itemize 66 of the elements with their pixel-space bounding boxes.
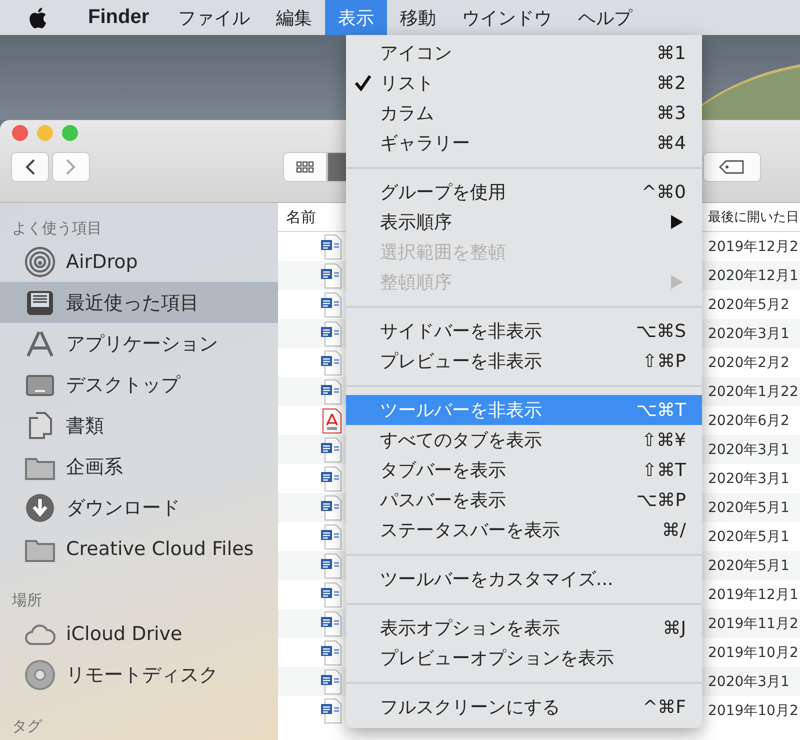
table-cell: 2020年5月1	[708, 528, 790, 546]
menu-item[interactable]: 表示順序	[346, 207, 702, 237]
disc-icon	[24, 658, 56, 690]
menu-item[interactable]: サイドバーを非表示 ⌥⌘S	[346, 316, 702, 346]
close-button[interactable]	[12, 125, 28, 141]
table-cell: 2020年12月1	[708, 266, 798, 284]
menu-item[interactable]: リスト ⌘2	[346, 68, 702, 98]
app-menu[interactable]: Finder	[72, 6, 166, 29]
menu-bar-item[interactable]: 移動	[387, 0, 450, 35]
sidebar-item[interactable]: AirDrop	[0, 241, 278, 282]
table-cell: 2020年3月1	[708, 440, 790, 458]
document-icon	[320, 698, 342, 724]
tag-button[interactable]	[703, 152, 761, 182]
menu-bar-item[interactable]: 表示	[325, 0, 388, 35]
table-cell: 2019年12月1	[708, 586, 798, 604]
grid-icon	[296, 160, 314, 174]
table-cell: 2020年3月1	[708, 470, 790, 488]
menu-bar-item[interactable]: ファイル	[165, 0, 264, 35]
table-cell: 2020年3月1	[708, 672, 790, 690]
table-cell: 2020年5月1	[708, 498, 790, 516]
sidebar-item[interactable]: Creative Cloud Files	[0, 528, 278, 569]
menu-bar-item[interactable]: ヘルプ	[565, 0, 646, 35]
menu-item[interactable]: フルスクリーンにする ^⌘F	[346, 692, 702, 722]
sidebar-section-header: タグ	[11, 716, 44, 736]
menu-item[interactable]: プレビューを非表示 ⇧⌘P	[346, 346, 702, 376]
menu-item[interactable]: ツールバーをカスタマイズ...	[346, 564, 702, 594]
sidebar-section-header: よく使う項目	[11, 218, 103, 238]
sidebar-item[interactable]: 最近使った項目	[0, 282, 278, 323]
sidebar-item[interactable]: iCloud Drive	[0, 613, 278, 654]
table-cell: 2019年12月2	[708, 238, 798, 256]
icon-view-button[interactable]	[283, 152, 327, 182]
table-cell: 2019年11月2	[708, 614, 798, 632]
menu-item[interactable]: カラム ⌘3	[346, 98, 702, 128]
sidebar-section-header: 場所	[11, 590, 43, 610]
menu-item[interactable]: アイコン ⌘1	[346, 38, 702, 68]
table-cell: 2020年1月22	[708, 382, 798, 400]
sidebar-item[interactable]: アプリケーション	[0, 323, 278, 364]
airdrop-icon	[24, 246, 56, 278]
menu-item[interactable]: パスバーを表示 ⌥⌘P	[346, 485, 702, 515]
sidebar-item[interactable]: 企画系	[0, 446, 278, 487]
menu-item[interactable]: タブバーを表示 ⇧⌘T	[346, 455, 702, 485]
back-button[interactable]	[11, 152, 49, 182]
chevron-left-icon	[24, 158, 36, 176]
menu-bar-item[interactable]: ウインドウ	[449, 0, 566, 35]
sidebar-item[interactable]: デスクトップ	[0, 364, 278, 405]
table-cell: 2020年3月1	[708, 324, 790, 342]
sidebar-item[interactable]: 書類	[0, 405, 278, 446]
sidebar-item[interactable]: ダウンロード	[0, 487, 278, 528]
column-header[interactable]: 最後に開いた日	[708, 208, 799, 226]
sidebar-item[interactable]: リモートディスク	[0, 654, 278, 695]
tag-icon	[719, 160, 745, 174]
menu-item[interactable]: すべてのタブを表示 ⇧⌘¥	[346, 425, 702, 455]
chevron-right-icon	[65, 158, 77, 176]
table-cell: 2020年5月1	[708, 556, 790, 574]
table-cell: 2019年10月2	[708, 702, 798, 720]
table-cell: 2019年10月2	[708, 644, 798, 662]
menu-item[interactable]: プレビューオプションを表示	[346, 643, 702, 673]
menu-item[interactable]: 表示オプションを表示 ⌘J	[346, 613, 702, 643]
table-cell: 2020年2月2	[708, 354, 790, 372]
table-cell: 2020年6月2	[708, 412, 790, 430]
menu-bar-item[interactable]: 編集	[263, 0, 326, 35]
menu-item[interactable]: ギャラリー ⌘4	[346, 128, 702, 158]
menu-item[interactable]: ステータスバーを表示 ⌘/	[346, 515, 702, 545]
table-cell: 2020年5月2	[708, 296, 790, 314]
menu-item[interactable]: グループを使用 ^⌘0	[346, 177, 702, 207]
download-icon	[24, 492, 56, 524]
